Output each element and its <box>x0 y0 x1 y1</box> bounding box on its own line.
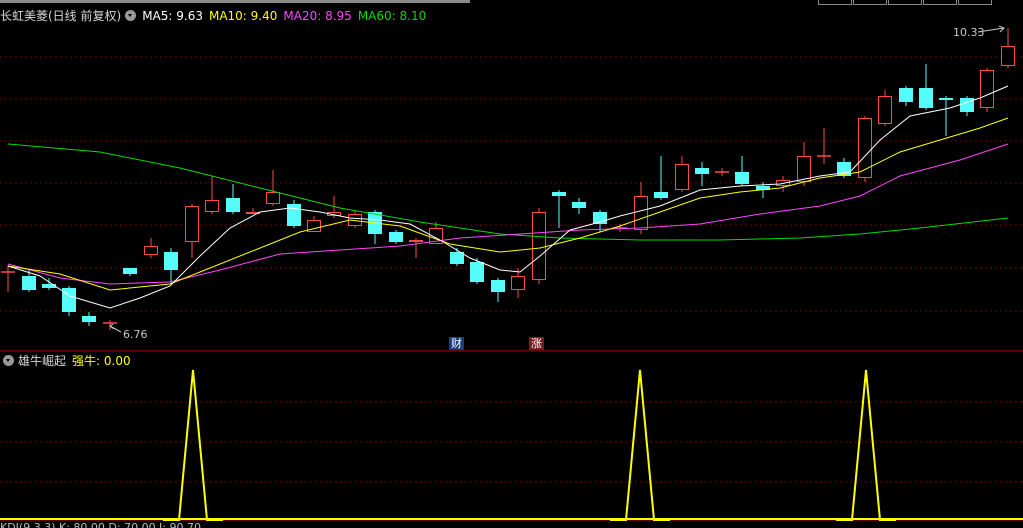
high-price-label: 10.33 <box>953 26 985 39</box>
candle-body-down <box>287 204 301 226</box>
candle-body-up <box>532 212 546 280</box>
candle-body-up <box>1001 46 1015 66</box>
candle-body-up <box>266 192 280 204</box>
low-price-arrowhead <box>109 323 115 330</box>
rise-badge[interactable]: 涨 <box>529 337 544 350</box>
indicator-name[interactable]: 雄牛崛起 <box>18 354 66 368</box>
candle-body-down <box>491 280 505 292</box>
candle-body-down <box>226 198 240 212</box>
candle-body-up <box>144 246 158 255</box>
candle-body-down <box>450 252 464 264</box>
candle-body-up <box>205 200 219 212</box>
candle-body-down <box>939 98 953 100</box>
low-price-label: 6.76 <box>123 328 148 341</box>
indicator-dropdown-icon[interactable] <box>3 355 14 366</box>
candle-body-down <box>919 88 933 108</box>
candle-body-up <box>878 96 892 124</box>
indicator-value: 强牛: 0.00 <box>72 354 131 368</box>
candle-body-down <box>123 268 137 274</box>
indicator-header: 雄牛崛起 强牛: 0.00 <box>0 353 131 369</box>
candle-body-down <box>552 192 566 196</box>
candle-body-up <box>409 240 423 242</box>
signal-spike <box>836 369 896 521</box>
candle-body-up <box>511 276 525 290</box>
candle-body-down <box>22 276 36 290</box>
candle-body-up <box>858 118 872 178</box>
kline-chart[interactable] <box>0 0 1023 528</box>
candle-body-up <box>980 70 994 108</box>
kdj-header: KDJ(9,3,3) K: 80.00 D: 70.00 J: 90.70 <box>0 521 201 528</box>
candle-body-down <box>42 284 56 288</box>
candle-body-up <box>675 164 689 190</box>
candle-body-down <box>82 316 96 322</box>
candle-body-down <box>960 98 974 112</box>
candle-body-down <box>654 192 668 198</box>
candle-body-down <box>695 168 709 174</box>
candle-body-up <box>634 196 648 230</box>
candle-body-down <box>572 202 586 208</box>
candle-body-down <box>164 252 178 270</box>
signal-spike <box>163 369 223 521</box>
candle-body-up <box>797 156 811 182</box>
candle-body-down <box>470 262 484 282</box>
candle-body-down <box>389 232 403 242</box>
finance-badge[interactable]: 财 <box>449 337 464 350</box>
candle-body-up <box>185 206 199 242</box>
candle-body-down <box>899 88 913 102</box>
signal-spike <box>610 369 670 521</box>
candle-body-down <box>735 172 749 184</box>
